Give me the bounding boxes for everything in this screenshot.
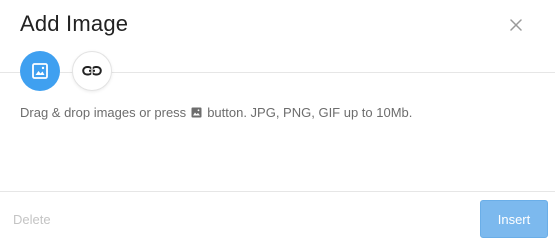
close-button[interactable] (505, 14, 527, 36)
link-icon (82, 66, 102, 76)
footer-divider (0, 191, 555, 192)
delete-button[interactable]: Delete (13, 212, 51, 227)
image-icon (191, 107, 202, 118)
tab-by-url[interactable] (72, 51, 112, 91)
instructions-text-end: button. JPG, PNG, GIF up to 10Mb. (207, 105, 413, 120)
add-image-dialog: Add Image Drag & drop images or press bu… (0, 0, 555, 244)
dialog-title: Add Image (20, 11, 129, 36)
close-icon (510, 19, 522, 31)
image-icon (32, 63, 48, 79)
upload-instructions: Drag & drop images or press button. JPG,… (20, 105, 412, 120)
tab-upload-image[interactable] (20, 51, 60, 91)
insert-button[interactable]: Insert (480, 200, 548, 238)
inline-image-icon (191, 107, 202, 118)
instructions-text-start: Drag & drop images or press (20, 105, 187, 120)
